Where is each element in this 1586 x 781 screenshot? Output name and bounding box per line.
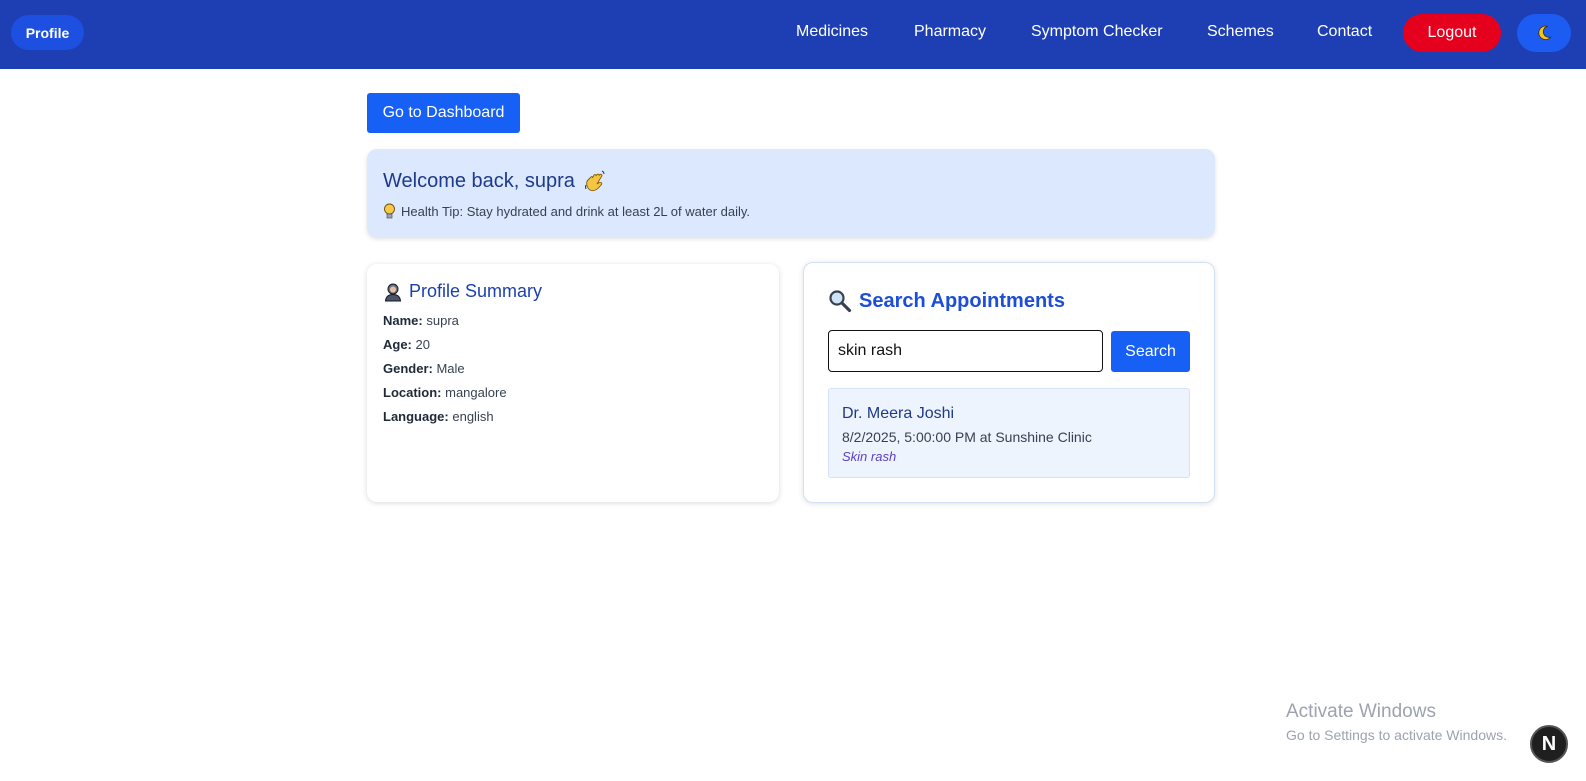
profile-summary-heading: Profile Summary [383,281,542,302]
welcome-heading: Welcome back, supra [383,169,607,193]
go-to-dashboard-button[interactable]: Go to Dashboard [367,93,520,133]
activate-windows-watermark: Activate Windows Go to Settings to activ… [1286,701,1507,743]
health-tip: Health Tip: Stay hydrated and drink at l… [383,203,750,220]
health-tip-text: Health Tip: Stay hydrated and drink at l… [401,204,751,219]
person-icon [384,283,402,301]
profile-field-language: Language: english [383,409,494,424]
search-appointments-heading: Search Appointments [828,289,1065,313]
profile-field-age: Age: 20 [383,337,430,352]
waving-hand-icon [584,170,605,192]
profile-field-location: Location: mangalore [383,385,507,400]
appointment-result[interactable]: Dr. Meera Joshi 8/2/2025, 5:00:00 PM at … [828,388,1190,478]
profile-button[interactable]: Profile [11,15,84,50]
logout-button[interactable]: Logout [1403,14,1501,52]
profile-field-gender: Gender: Male [383,361,465,376]
top-navbar: Profile Medicines Pharmacy Symptom Check… [0,0,1586,69]
profile-field-name: Name: supra [383,313,459,328]
appointment-doctor: Dr. Meera Joshi [842,405,955,422]
theme-toggle-button[interactable] [1517,14,1571,52]
moon-icon [1538,25,1552,40]
nav-link-pharmacy[interactable]: Pharmacy [914,23,986,41]
search-button[interactable]: Search [1111,331,1190,372]
appointment-reason: Skin rash [842,449,897,464]
dev-tools-badge[interactable]: N [1530,725,1568,763]
profile-summary-card: Profile Summary Name: supra Age: 20 Gend… [367,264,779,502]
nav-link-symptom-checker[interactable]: Symptom Checker [1031,23,1163,41]
magnifier-icon [829,290,852,313]
activate-windows-title: Activate Windows [1286,701,1436,722]
nav-link-medicines[interactable]: Medicines [796,23,868,41]
welcome-text: Welcome back, supra [383,169,575,192]
profile-summary-title: Profile Summary [409,281,543,301]
nav-link-contact[interactable]: Contact [1317,23,1372,41]
nav-link-schemes[interactable]: Schemes [1207,23,1274,41]
appointment-search-input[interactable] [828,330,1103,372]
activate-windows-subtitle: Go to Settings to activate Windows. [1286,727,1507,743]
search-appointments-card: Search Appointments Search Dr. Meera Jos… [803,262,1215,503]
search-appointments-title: Search Appointments [859,289,1065,312]
lightbulb-icon [384,203,395,219]
appointment-datetime: 8/2/2025, 5:00:00 PM at Sunshine Clinic [842,429,1092,445]
welcome-card: Welcome back, supra Health Tip: Stay hyd… [367,149,1215,237]
